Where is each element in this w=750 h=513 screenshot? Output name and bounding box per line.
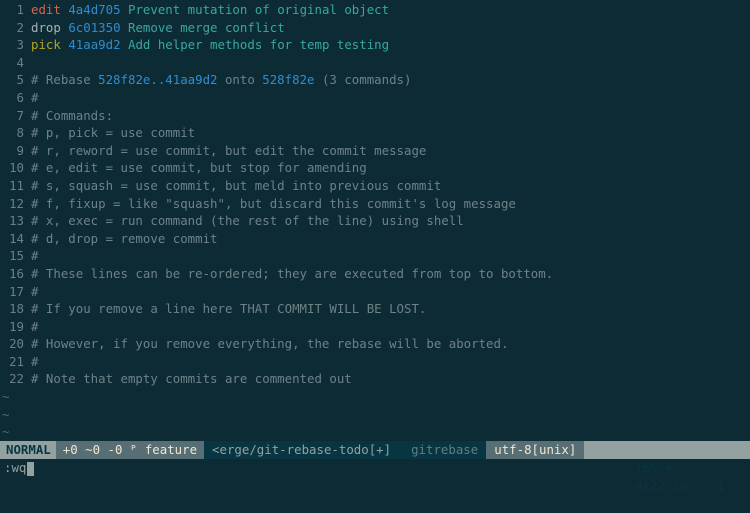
line-20[interactable]: 20 # However, if you remove everything, t…: [0, 335, 750, 353]
comment-text: # Rebase: [31, 72, 99, 88]
cursor: [27, 461, 35, 476]
comment-text: onto: [217, 72, 263, 88]
line-number: 21: [9, 353, 24, 369]
vim-editor[interactable]: 1 edit 4a4d705 Prevent mutation of origin…: [0, 0, 750, 493]
line-4[interactable]: 4: [0, 54, 750, 72]
commit-message: Prevent mutation of original object: [128, 2, 390, 17]
line-16[interactable]: 16 # These lines can be re-ordered; they …: [0, 265, 750, 283]
line-7[interactable]: 7 # Commands:: [0, 107, 750, 125]
line-22[interactable]: 22 # Note that empty commits are commente…: [0, 370, 750, 388]
status-line: NORMAL +0 ~0 -0 ᴾ feature <erge/git-reba…: [0, 441, 750, 493]
line-number: 10: [9, 160, 24, 176]
line-number: 17: [9, 283, 24, 299]
line-9[interactable]: 9 # r, reword = use commit, but edit the …: [0, 142, 750, 160]
cursor-position: 4/22 ln : 1: [635, 478, 725, 493]
comment-text: # Commands:: [31, 107, 114, 123]
git-status: +0 ~0 -0 ᴾ feature: [55, 441, 205, 459]
line-number: 12: [9, 195, 24, 211]
line-5[interactable]: 5 # Rebase 528f82e..41aa9d2 onto 528f82e …: [0, 71, 750, 89]
comment-text: # r, reword = use commit, but edit the c…: [31, 142, 427, 158]
rebase-command: edit: [31, 2, 61, 17]
line-number: 11: [9, 177, 24, 193]
line-17[interactable]: 17 #: [0, 283, 750, 301]
rebase-command: pick: [31, 37, 61, 53]
comment-text: # Note that empty commits are commented …: [31, 371, 352, 387]
line-19[interactable]: 19 #: [0, 318, 750, 336]
comment-text: #: [31, 318, 39, 334]
line-13[interactable]: 13 # x, exec = run command (the rest of t…: [0, 212, 750, 230]
comment-text: (3 commands): [314, 72, 412, 88]
empty-line-tilde: ~: [2, 389, 10, 405]
line-6[interactable]: 6 #: [0, 89, 750, 107]
commit-hash: 4a4d705: [68, 2, 121, 17]
onto-hash: 528f82e: [262, 72, 315, 88]
line-number: 5: [16, 72, 24, 88]
buffer[interactable]: 1 edit 4a4d705 Prevent mutation of origin…: [0, 1, 750, 441]
commit-hash: 41aa9d2: [68, 37, 121, 53]
line-number: 7: [16, 107, 24, 123]
comment-text: # These lines can be re-ordered; they ar…: [31, 265, 554, 281]
line-21[interactable]: 21 #: [0, 353, 750, 371]
line-3[interactable]: 3 pick 41aa9d2 Add helper methods for tem…: [0, 36, 750, 54]
file-type: gitrebase: [411, 442, 479, 457]
empty-line-tilde: ~: [2, 424, 10, 440]
comment-text: # e, edit = use commit, but stop for ame…: [31, 160, 367, 176]
comment-text: # However, if you remove everything, the…: [31, 336, 509, 352]
commit-range: 528f82e..41aa9d2: [98, 72, 218, 88]
line-number: 15: [9, 248, 24, 264]
command-line[interactable]: :wq: [0, 459, 750, 477]
comment-text: #: [31, 283, 39, 299]
comment-text: #: [31, 353, 39, 369]
commit-message: Remove merge conflict: [128, 19, 285, 35]
line-11[interactable]: 11 # s, squash = use commit, but meld int…: [0, 177, 750, 195]
comment-text: # p, pick = use commit: [31, 125, 196, 141]
commit-message: Add helper methods for temp testing: [128, 37, 390, 53]
rebase-command: drop: [31, 19, 61, 35]
comment-text: # d, drop = remove commit: [31, 230, 218, 246]
line-10[interactable]: 10 # e, edit = use commit, but stop for a…: [0, 159, 750, 177]
line-number: 14: [9, 230, 24, 246]
mode-indicator: NORMAL: [0, 441, 56, 459]
line-number: 22: [9, 371, 24, 387]
line-number: 9: [16, 142, 24, 158]
file-encoding: utf-8[unix]: [486, 441, 585, 459]
commit-hash: 6c01350: [68, 19, 121, 35]
cursor-position-section: 18% ≡ 4/22 ln : 1: [584, 441, 750, 493]
line-number: 2: [16, 19, 24, 35]
empty-line-tilde: ~: [2, 406, 10, 422]
line-number: 6: [16, 89, 24, 105]
comment-text: # If you remove a line here THAT COMMIT …: [31, 301, 427, 317]
comment-text: #: [31, 89, 39, 105]
file-name: <erge/git-rebase-todo[+]: [204, 441, 400, 459]
line-number: 19: [9, 318, 24, 334]
line-number: 20: [9, 336, 24, 352]
line-number: 3: [16, 37, 24, 53]
comment-text: #: [31, 248, 39, 264]
line-number: 18: [9, 301, 24, 317]
line-number: 1: [16, 2, 24, 17]
line-12[interactable]: 12 # f, fixup = like "squash", but discar…: [0, 195, 750, 213]
comment-text: # f, fixup = like "squash", but discard …: [31, 195, 516, 211]
line-number: 8: [16, 125, 24, 141]
command-text: :wq: [4, 460, 27, 475]
line-number: 13: [9, 213, 24, 229]
line-number: 4: [16, 54, 24, 70]
line-2[interactable]: 2 drop 6c01350 Remove merge conflict: [0, 19, 750, 37]
line-8[interactable]: 8 # p, pick = use commit: [0, 124, 750, 142]
line-1[interactable]: 1 edit 4a4d705 Prevent mutation of origin…: [0, 1, 750, 19]
line-number: 16: [9, 265, 24, 281]
line-18[interactable]: 18 # If you remove a line here THAT COMMI…: [0, 300, 750, 318]
comment-text: # x, exec = run command (the rest of the…: [31, 213, 464, 229]
line-14[interactable]: 14 # d, drop = remove commit: [0, 230, 750, 248]
comment-text: # s, squash = use commit, but meld into …: [31, 177, 442, 193]
line-15[interactable]: 15 #: [0, 247, 750, 265]
